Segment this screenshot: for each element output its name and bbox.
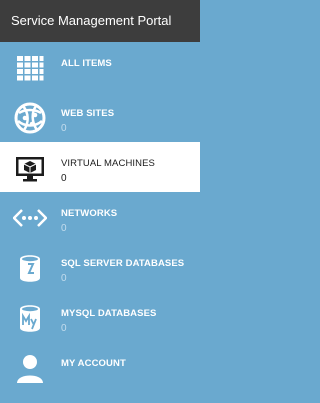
grid-icon (13, 51, 47, 85)
network-icon (13, 201, 47, 235)
nav-item-label: MYSQL DATABASES (61, 308, 157, 319)
mysql-icon (13, 301, 47, 335)
nav-item-all-items[interactable]: ALL ITEMS (0, 42, 200, 92)
portal-title: Service Management Portal (0, 0, 200, 42)
monitor-icon (13, 151, 47, 185)
nav-item-count: 0 (61, 273, 67, 284)
nav-item-label: MY ACCOUNT (61, 358, 126, 369)
database-icon (13, 251, 47, 285)
nav-item-label: VIRTUAL MACHINES (61, 158, 155, 169)
nav-item-label: WEB SITES (61, 108, 115, 119)
nav-item-networks[interactable]: NETWORKS 0 (0, 192, 200, 242)
nav-item-mysql-databases[interactable]: MYSQL DATABASES 0 (0, 292, 200, 342)
nav-item-count: 0 (61, 173, 67, 184)
nav-item-count: 0 (61, 323, 67, 334)
nav-item-sql-server-databases[interactable]: SQL SERVER DATABASES 0 (0, 242, 200, 292)
nav-item-count: 0 (61, 223, 67, 234)
sidebar-nav: ALL ITEMS WEB SITES 0 VIRTUAL MACHINES 0… (0, 42, 200, 392)
nav-item-label: ALL ITEMS (61, 58, 112, 69)
user-icon (13, 351, 47, 385)
globe-icon (13, 101, 47, 135)
nav-item-label: SQL SERVER DATABASES (61, 258, 185, 269)
nav-item-label: NETWORKS (61, 208, 118, 219)
nav-item-my-account[interactable]: MY ACCOUNT (0, 342, 200, 392)
nav-item-web-sites[interactable]: WEB SITES 0 (0, 92, 200, 142)
nav-item-count: 0 (61, 123, 67, 134)
nav-item-virtual-machines[interactable]: VIRTUAL MACHINES 0 (0, 142, 200, 192)
